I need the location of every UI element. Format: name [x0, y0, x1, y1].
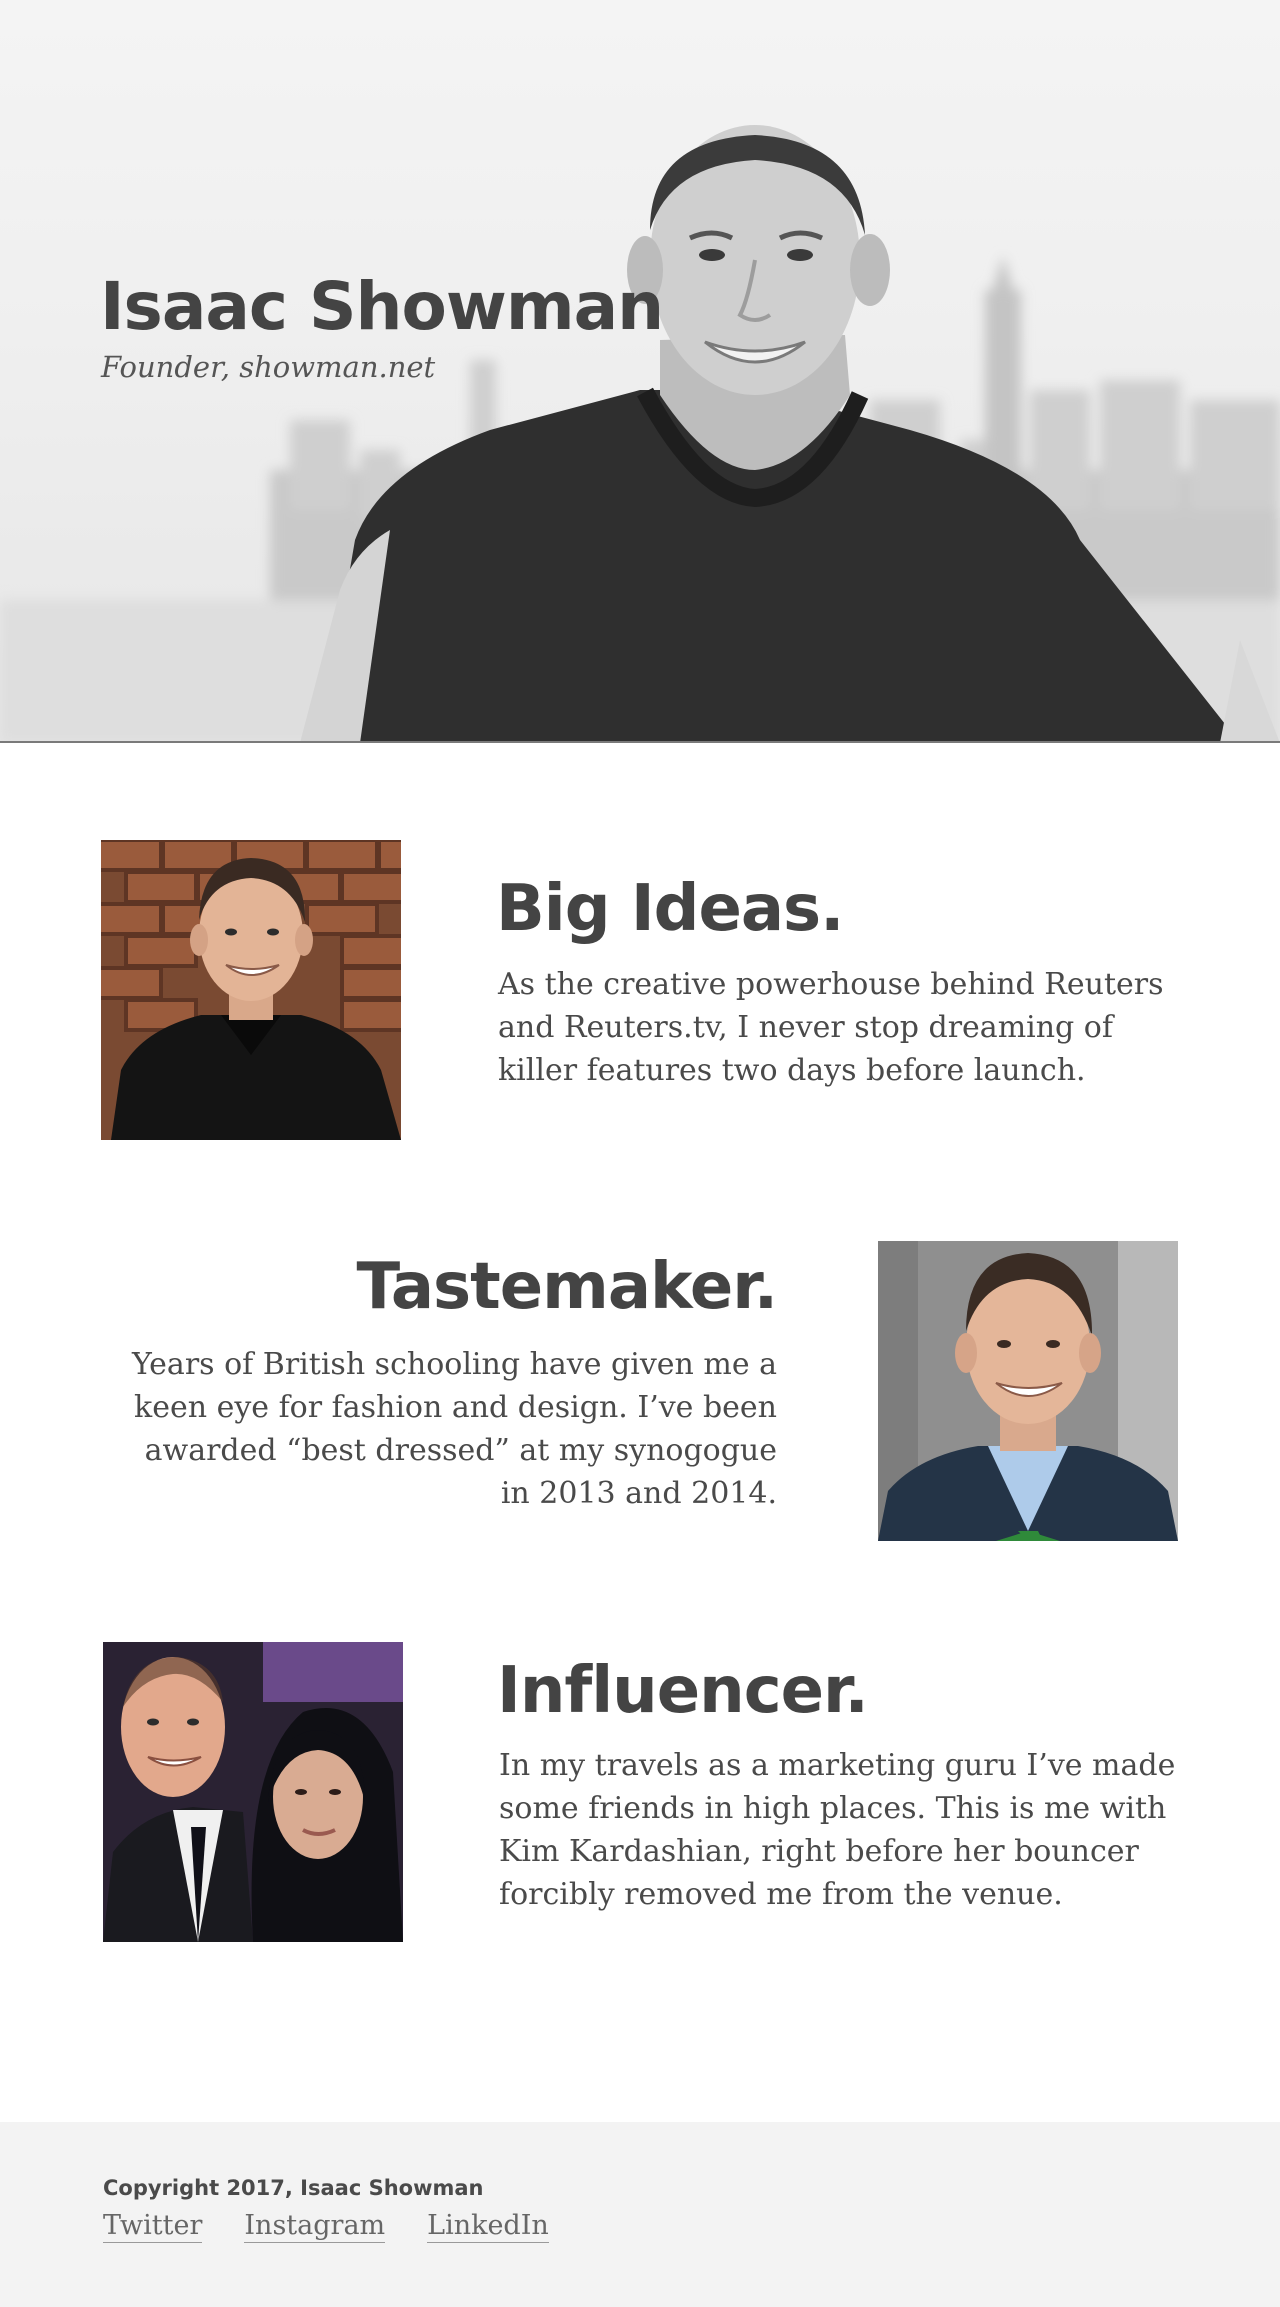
twitter-link[interactable]: Twitter [103, 2210, 203, 2243]
hero-name: Isaac Showman [100, 268, 664, 345]
section-text: In my travels as a marketing guru I’ve m… [499, 1748, 1176, 1912]
social-links: Twitter Instagram LinkedIn [103, 2210, 549, 2243]
instagram-link[interactable]: Instagram [244, 2210, 386, 2243]
section-title: Big Ideas. [496, 872, 844, 946]
section-text: Years of British schooling have given me… [131, 1347, 777, 1511]
hero-banner: Isaac Showman Founder, showman.net [0, 0, 1280, 743]
footer: Copyright 2017, Isaac Showman Twitter In… [0, 2122, 1280, 2307]
section-text: As the creative powerhouse behind Reuter… [498, 967, 1164, 1088]
section-title: Tastemaker. [356, 1250, 778, 1324]
hero-subtitle: Founder, showman.net [101, 350, 436, 384]
suit-portrait-photo [878, 1241, 1178, 1541]
brick-wall-portrait-photo [101, 840, 401, 1140]
hero-portrait [300, 125, 1280, 741]
copyright-text: Copyright 2017, Isaac Showman [103, 2176, 484, 2200]
selfie-photo [103, 1642, 403, 1942]
linkedin-link[interactable]: LinkedIn [427, 2210, 549, 2243]
section-title: Influencer. [497, 1654, 869, 1728]
